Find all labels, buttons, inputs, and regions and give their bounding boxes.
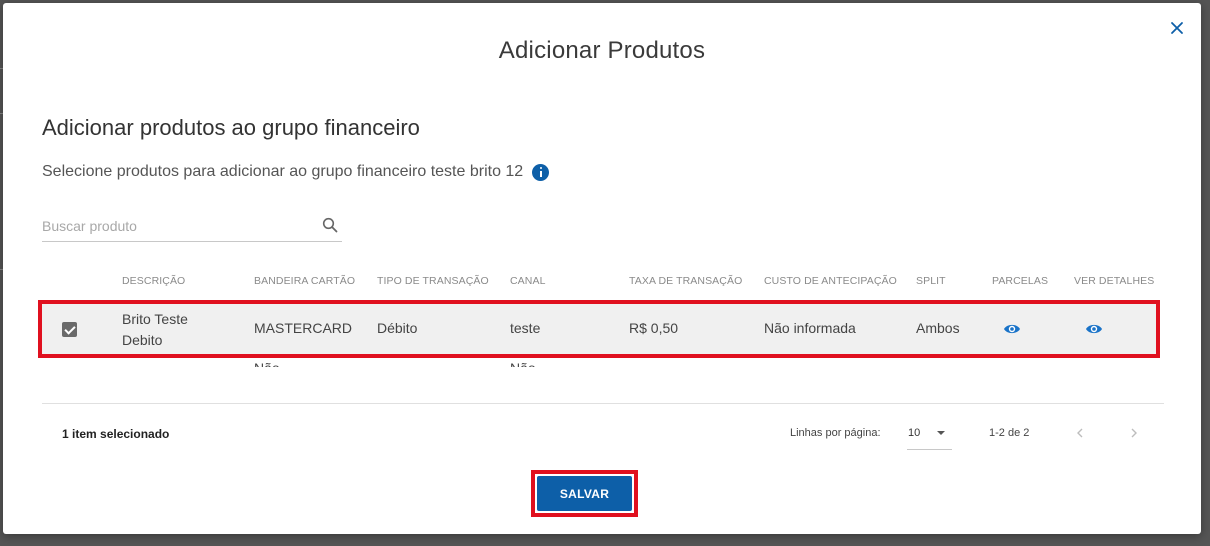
subtitle: Selecione produtos para adicionar ao gru… xyxy=(42,161,550,183)
next-page-icon[interactable] xyxy=(1127,425,1141,441)
add-products-dialog: Adicionar Produtos Adicionar produtos ao… xyxy=(3,3,1201,534)
column-header-split[interactable]: SPLIT xyxy=(916,275,946,287)
selected-count: 1 item selecionado xyxy=(62,427,170,441)
rows-per-page-value: 10 xyxy=(908,427,921,439)
close-icon xyxy=(1171,22,1183,34)
previous-page-icon[interactable] xyxy=(1073,425,1087,441)
partial-cell-canal: Não xyxy=(510,360,536,367)
row-highlight-annotation xyxy=(38,300,1160,358)
info-icon[interactable] xyxy=(532,163,550,181)
search-field xyxy=(42,211,342,242)
rows-per-page-select[interactable]: 10 xyxy=(907,419,952,450)
save-button[interactable]: SALVAR xyxy=(537,476,632,511)
close-button[interactable] xyxy=(1168,19,1186,37)
column-header-taxa[interactable]: TAXA DE TRANSAÇÃO xyxy=(629,275,742,287)
column-header-custo[interactable]: CUSTO DE ANTECIPAÇÃO xyxy=(764,275,897,287)
column-header-bandeira[interactable]: BANDEIRA CARTÃO xyxy=(254,275,355,287)
pagination-range: 1-2 de 2 xyxy=(989,427,1030,439)
search-icon[interactable] xyxy=(322,217,338,233)
caret-down-icon xyxy=(937,431,945,435)
subtitle-text: Selecione produtos para adicionar ao gru… xyxy=(42,163,524,180)
rows-per-page-label: Linhas por página: xyxy=(790,427,881,439)
column-header-descricao[interactable]: DESCRIÇÃO xyxy=(122,275,185,287)
column-header-tipo[interactable]: TIPO DE TRANSAÇÃO xyxy=(377,275,489,287)
column-header-ver-detalhes[interactable]: VER DETALHES xyxy=(1074,275,1154,287)
section-title: Adicionar produtos ao grupo financeiro xyxy=(42,115,420,140)
table-footer-divider xyxy=(42,403,1164,404)
search-input[interactable] xyxy=(42,215,312,237)
dialog-title: Adicionar Produtos xyxy=(498,37,706,64)
column-header-canal[interactable]: CANAL xyxy=(510,275,546,287)
column-header-parcelas[interactable]: PARCELAS xyxy=(992,275,1048,287)
partial-cell-bandeira: Não xyxy=(254,360,280,367)
